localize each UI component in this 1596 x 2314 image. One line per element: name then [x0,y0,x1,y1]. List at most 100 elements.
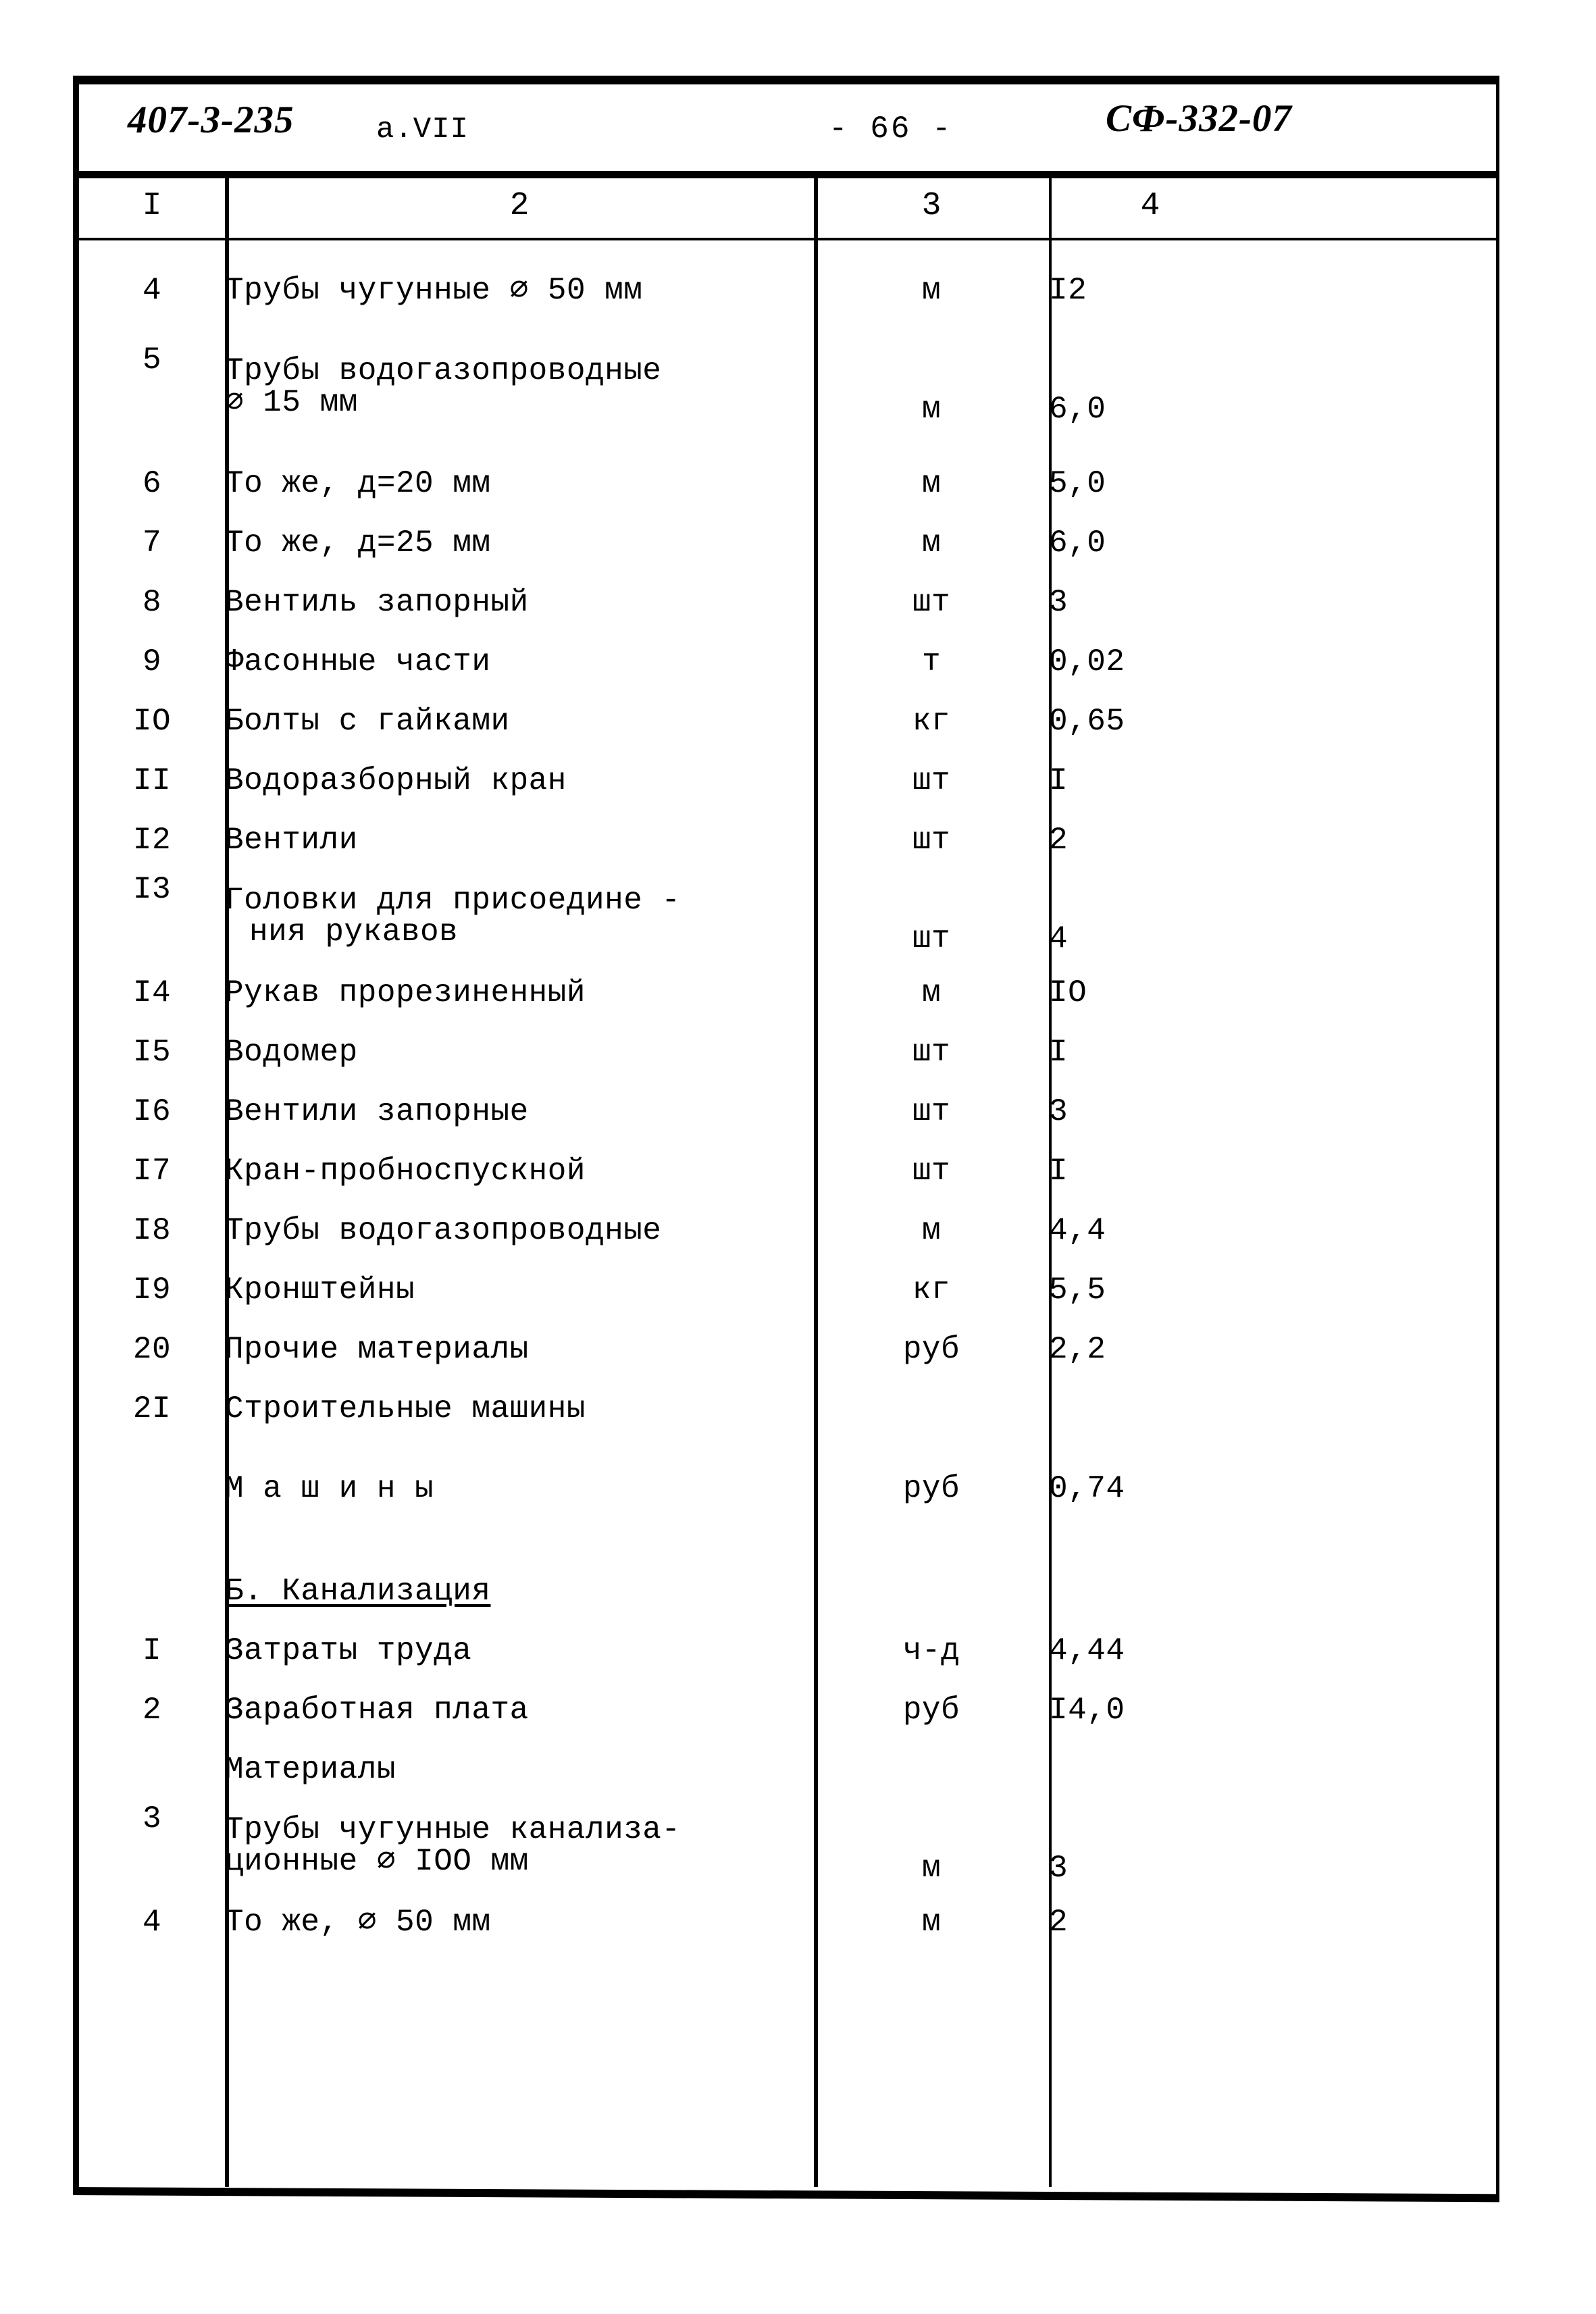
row-unit: руб [902,1470,960,1506]
row-qty: I [1049,1034,1069,1070]
row-unit: т [921,644,942,679]
row-unit: м [921,525,942,561]
row-name: Вентили [225,822,358,858]
row-number: I8 [132,1212,172,1248]
row-qty: 2 [1049,822,1069,858]
document-number: 407-3-235 [128,99,294,141]
row-number: IO [132,703,172,739]
row-unit: шт [912,763,951,798]
row-name: Вентиль запорный [225,584,529,620]
table-row: 5 Трубы водогазопроводные ⌀ 15 мм м 6,0 [79,340,1501,434]
row-number: 8 [142,584,162,620]
row-name-line1: Трубы чугунные канализа- [225,1812,681,1848]
column-number-1: I [142,188,162,224]
row-name: Водоразборный кран [225,763,567,798]
table-body: 4 Трубы чугунные ⌀ 50 мм м I2 5 Трубы во… [79,240,1496,2187]
subtotal-label: М а ш и н ы [225,1470,434,1506]
row-unit: руб [902,1331,960,1367]
row-number: 6 [142,465,162,501]
row-name: То же, ⌀ 50 мм [225,1904,491,1940]
row-name: То же, д=25 мм [225,525,491,561]
row-unit: ч-д [902,1632,960,1668]
row-qty: 0,74 [1049,1470,1125,1506]
row-number: 3 [142,1801,162,1836]
row-name: Водомер [225,1034,358,1070]
row-name: Головки для присоедине - ния рукавов [225,870,814,963]
table-row: I2 Вентили шт 2 [79,811,1501,870]
row-qty: 4,4 [1049,1212,1106,1248]
row-name-line2: ния рукавов [249,915,459,950]
row-qty: I [1049,763,1069,798]
table-row: II Водоразборный кран шт I [79,751,1501,811]
album-label: а.VII [376,113,469,147]
row-unit [814,1562,1049,1621]
row-name-line2: ционные ⌀ IOO мм [225,1844,529,1879]
header-bottom-rule [73,171,1496,178]
table-row: I8 Трубы водогазопроводные м 4,4 [79,1201,1501,1260]
row-name: Кран-пробноспускной [225,1153,586,1189]
row-unit: шт [912,822,951,858]
row-number: 9 [142,644,162,679]
row-unit [814,1379,1049,1439]
row-unit: шт [912,921,951,957]
row-unit: м [921,1851,942,1886]
row-name-line1: Головки для присоедине - [225,883,681,919]
row-number: 2I [132,1391,172,1426]
table-row: I4 Рукав прорезиненный м IO [79,963,1501,1023]
row-name: Вентили запорные [225,1094,529,1129]
row-unit: шт [912,584,951,620]
row-unit: шт [912,1094,951,1129]
row-unit: шт [912,1034,951,1070]
row-qty: IO [1049,975,1087,1010]
row-number: I4 [132,975,172,1010]
row-number: I2 [132,822,172,858]
row-number [79,1562,225,1621]
row-unit: м [921,272,942,308]
scanned-page: 407-3-235 а.VII - 66 - СФ-332-07 I 2 3 4 [0,0,1596,2314]
frame-top-rule [73,76,1499,84]
table-row: I7 Кран-пробноспускной шт I [79,1141,1501,1201]
table-row: 2I Строительные машины [79,1379,1501,1439]
row-name: То же, д=20 мм [225,465,491,501]
row-number: I3 [132,872,172,907]
row-unit: м [921,465,942,501]
row-qty: 4,44 [1049,1632,1125,1668]
row-qty: I [1049,1153,1069,1189]
row-qty: 5,5 [1049,1272,1106,1308]
row-name: Болты с гайками [225,703,510,739]
page-number: - 66 - [829,111,953,147]
row-qty: 3 [1049,584,1069,620]
column-number-2: 2 [509,188,530,224]
row-number: I5 [132,1034,172,1070]
table-row: I5 Водомер шт I [79,1023,1501,1082]
row-name: Прочие материалы [225,1331,529,1367]
row-name: Трубы чугунные канализа- ционные ⌀ IOO м… [225,1799,814,1893]
row-qty: 0,02 [1049,644,1125,679]
row-qty: I2 [1049,272,1087,308]
table-row: 20 Прочие материалы руб 2,2 [79,1320,1501,1379]
row-number [79,1459,225,1518]
row-number: 4 [142,272,162,308]
row-unit: м [921,975,942,1010]
specification-table: 4 Трубы чугунные ⌀ 50 мм м I2 5 Трубы во… [79,240,1501,1952]
table-row: 6 То же, д=20 мм м 5,0 [79,454,1501,513]
row-qty: 3 [1049,1094,1069,1129]
row-name: Трубы водогазопроводные [225,1212,662,1248]
column-number-row: I 2 3 4 [79,178,1496,238]
row-qty [1049,1562,1501,1621]
row-number: I6 [132,1094,172,1129]
row-name: Трубы водогазопроводные ⌀ 15 мм [225,340,814,434]
section-heading-cell: Б. Канализация [225,1562,814,1621]
table-row-subtotal: М а ш и н ы руб 0,74 [79,1459,1501,1518]
row-qty [1049,1379,1501,1439]
row-qty: 3 [1049,1851,1069,1886]
row-name: Трубы чугунные ⌀ 50 мм [225,272,643,308]
row-unit: м [921,392,942,428]
sheet-code: СФ-332-07 [1106,97,1292,140]
row-unit [814,1740,1049,1799]
row-unit: шт [912,1153,951,1189]
row-name: Затраты труда [225,1632,472,1668]
table-row: I9 Кронштейны кг 5,5 [79,1260,1501,1320]
row-qty: 2 [1049,1904,1069,1940]
row-name: Рукав прорезиненный [225,975,586,1010]
